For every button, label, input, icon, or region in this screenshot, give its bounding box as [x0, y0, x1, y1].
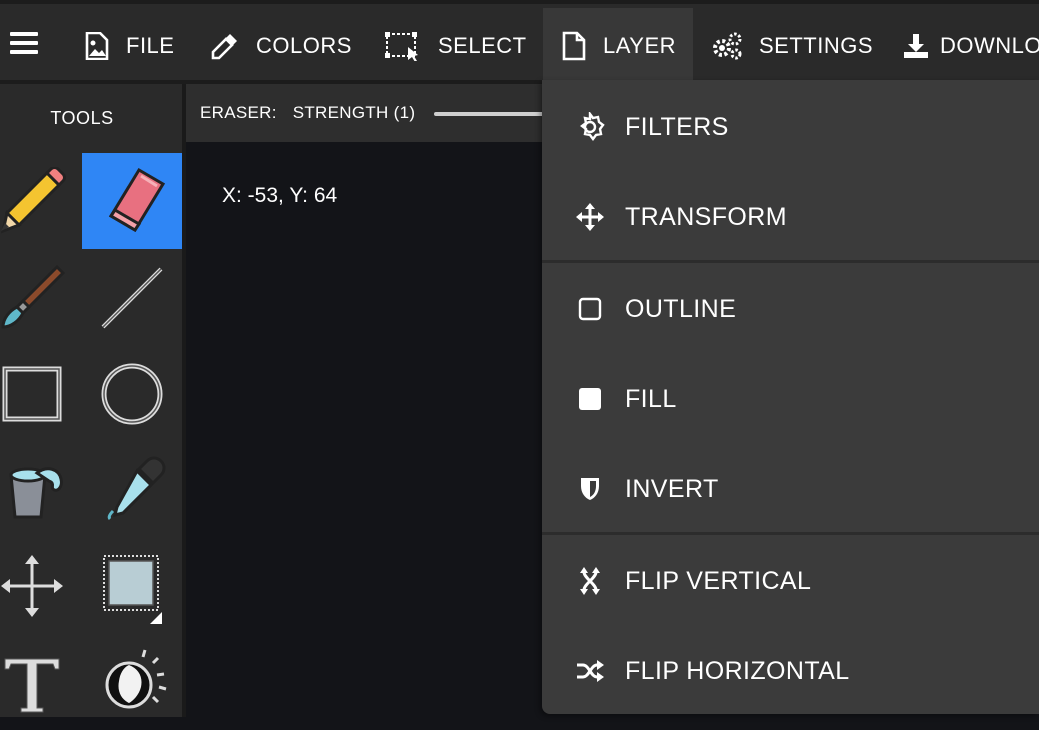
tool-lighting[interactable]: [82, 634, 182, 730]
download-icon: [904, 34, 928, 58]
tool-line[interactable]: [82, 250, 182, 346]
menu-download[interactable]: DOWNLO: [902, 8, 1039, 84]
tool-options-label: ERASER:: [200, 103, 277, 122]
menu-item-filters[interactable]: FILTERS: [542, 82, 1039, 172]
tools-panel: TOOLS: [0, 84, 184, 717]
ellipse-icon: [101, 363, 163, 425]
menu-settings[interactable]: SETTINGS: [711, 8, 873, 84]
gears-icon: [713, 32, 742, 60]
menu-item-outline[interactable]: OUTLINE: [542, 264, 1039, 354]
text-icon: [4, 658, 60, 713]
square-filled-icon: [574, 383, 606, 415]
move-icon: [1, 555, 63, 617]
menu-download-label: DOWNLO: [940, 33, 1039, 58]
pencil-icon: [0, 167, 66, 234]
tool-selection[interactable]: [82, 538, 182, 634]
eraser-icon: [108, 167, 166, 233]
moon-icon: [105, 649, 167, 709]
menu-colors[interactable]: COLORS: [210, 8, 352, 84]
cursor-coordinates: X: -53, Y: 64: [222, 184, 338, 207]
strength-slider[interactable]: [434, 112, 554, 116]
menu-item-flip-vertical[interactable]: FLIP VERTICAL: [542, 536, 1039, 626]
eyedropper-icon: [211, 34, 237, 60]
layer-dropdown-menu: FILTERS TRANSFORM OUTLINE FILL INVERT FL…: [542, 80, 1039, 714]
menu-separator: [542, 532, 1039, 535]
tool-brush[interactable]: [0, 250, 82, 346]
rectangle-icon: [2, 366, 62, 422]
line-icon: [101, 267, 163, 329]
tool-eyedropper[interactable]: [82, 442, 182, 538]
selection-icon: [385, 32, 418, 61]
image-file-icon: [85, 32, 109, 60]
menu-item-flip-horizontal[interactable]: FLIP HORIZONTAL: [542, 626, 1039, 716]
shield-half-icon: [574, 473, 606, 505]
shuffle-icon: [574, 655, 606, 687]
menu-item-invert-label: INVERT: [625, 474, 719, 503]
brush-icon: [1, 264, 66, 329]
menu-select[interactable]: SELECT: [384, 8, 527, 84]
menu-item-fill-label: FILL: [625, 384, 677, 413]
tool-rectangle[interactable]: [0, 346, 82, 442]
menu-colors-label: COLORS: [256, 33, 352, 58]
tool-ellipse[interactable]: [82, 346, 182, 442]
arrows-move-icon: [574, 201, 606, 233]
canvas-area[interactable]: [186, 142, 542, 717]
menu-separator: [542, 260, 1039, 263]
tool-eraser[interactable]: [82, 153, 182, 249]
square-outline-icon: [574, 293, 606, 325]
selection-box-icon: [103, 555, 162, 624]
flip-vertical-icon: [574, 565, 606, 597]
tool-text[interactable]: [0, 634, 82, 730]
menu-item-fill[interactable]: FILL: [542, 354, 1039, 444]
menu-layer[interactable]: LAYER: [543, 8, 693, 84]
tool-move[interactable]: [0, 538, 82, 634]
menu-item-invert[interactable]: INVERT: [542, 444, 1039, 534]
paint-bucket-icon: [9, 467, 63, 519]
strength-label: STRENGTH (1): [292, 103, 416, 122]
eyedropper-tool-icon: [107, 456, 166, 521]
tools-title: TOOLS: [50, 108, 114, 128]
menu-item-transform[interactable]: TRANSFORM: [542, 172, 1039, 262]
hamburger-icon[interactable]: [10, 32, 38, 60]
menu-item-transform-label: TRANSFORM: [625, 202, 787, 231]
tool-bucket[interactable]: [0, 442, 82, 538]
menu-select-label: SELECT: [438, 33, 527, 58]
sun-outline-icon: [574, 111, 606, 143]
document-icon: [562, 31, 586, 61]
menu-item-flip-vertical-label: FLIP VERTICAL: [625, 566, 812, 595]
tool-pencil[interactable]: [0, 154, 82, 250]
menu-settings-label: SETTINGS: [759, 33, 874, 58]
menu-layer-label: LAYER: [603, 33, 677, 58]
menu-item-filters-label: FILTERS: [625, 112, 729, 141]
top-menu-bar: FILE COLORS SELECT LAYER SETTINGS DOWNLO: [0, 0, 1039, 84]
menu-item-flip-horizontal-label: FLIP HORIZONTAL: [625, 656, 850, 685]
menu-file[interactable]: FILE: [84, 8, 174, 84]
tool-options-bar: ERASER: STRENGTH (1): [186, 84, 554, 142]
menu-item-outline-label: OUTLINE: [625, 294, 737, 323]
menu-file-label: FILE: [126, 33, 175, 58]
